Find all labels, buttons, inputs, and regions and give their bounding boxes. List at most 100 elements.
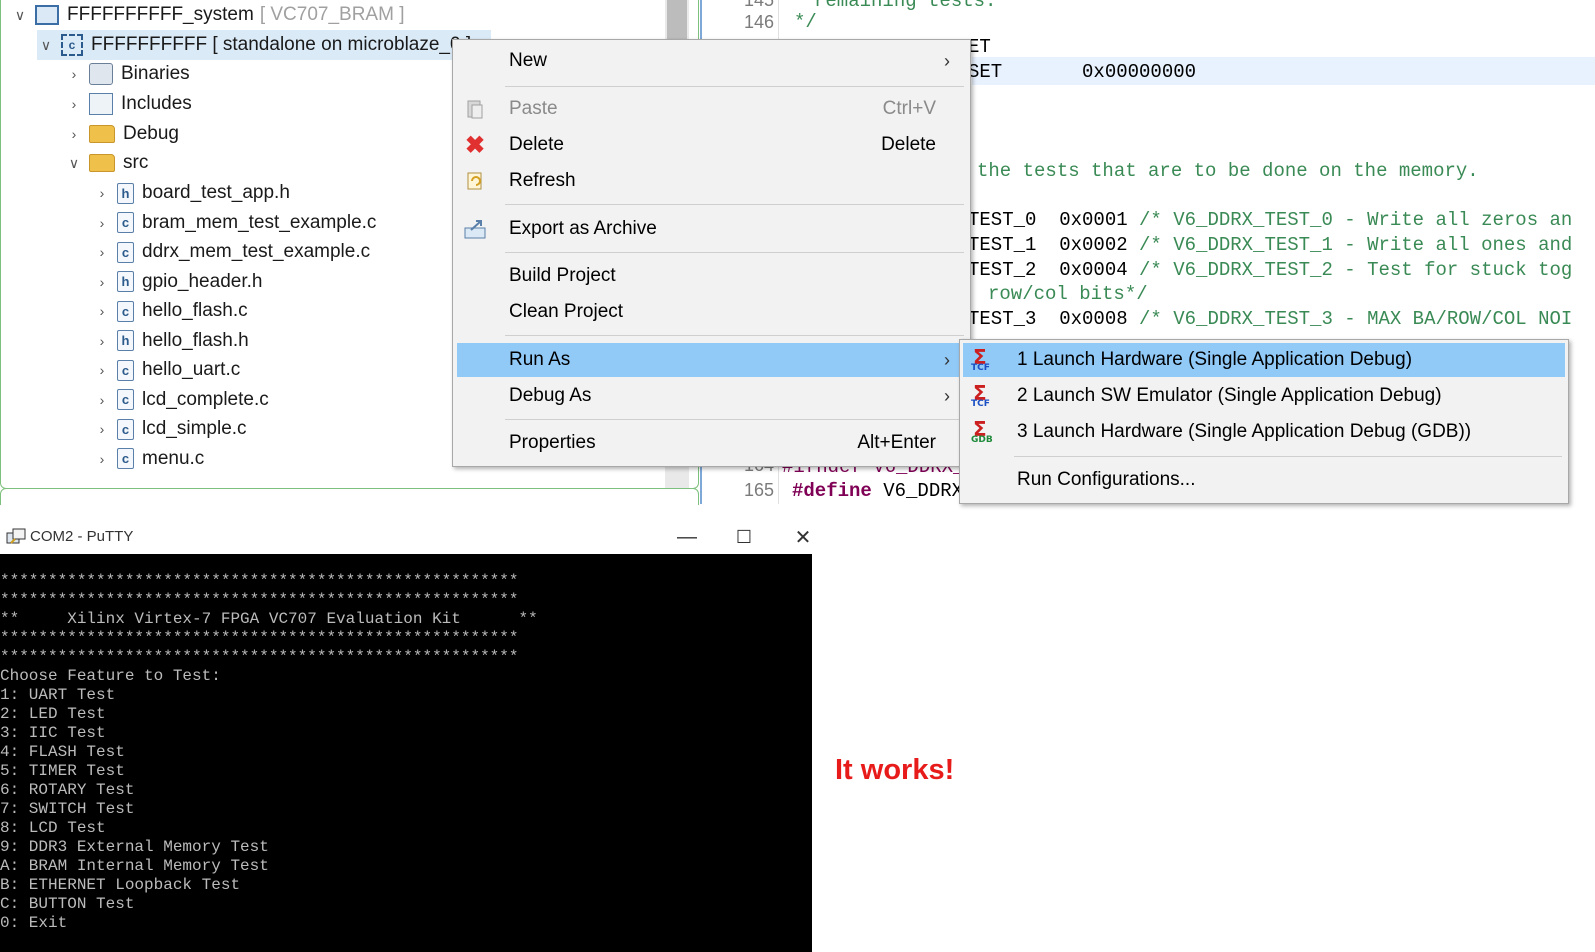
terminal-line: ****************************************…: [0, 591, 519, 609]
tree-item-file[interactable]: › c lcd_complete.c: [93, 385, 269, 415]
line-number: 165: [743, 480, 774, 500]
line-number: 146: [743, 12, 774, 32]
terminal-line: ****************************************…: [0, 629, 519, 647]
header-file-icon: h: [117, 271, 134, 292]
menu-separator: [505, 252, 964, 253]
minimize-button[interactable]: —: [662, 520, 712, 554]
chevron-right-icon[interactable]: ›: [65, 125, 83, 143]
result-annotation: It works!: [835, 754, 955, 786]
c-file-icon: c: [117, 241, 134, 263]
terminal-line: 8: LCD Test: [0, 819, 106, 837]
tree-item-binaries[interactable]: › Binaries: [65, 59, 190, 89]
tree-item-label: board_test_app.h: [142, 182, 290, 203]
tree-item-label: menu.c: [142, 447, 205, 469]
chevron-right-icon[interactable]: ›: [93, 332, 111, 350]
c-file-icon: c: [117, 359, 134, 381]
terminal-line: 7: SWITCH Test: [0, 800, 135, 818]
tree-item-debug[interactable]: › Debug: [65, 119, 179, 149]
terminal-line: 2: LED Test: [0, 705, 106, 723]
tree-item-file[interactable]: › h gpio_header.h: [93, 267, 262, 297]
menu-item-build-project[interactable]: Build Project: [457, 259, 966, 293]
tree-item-label: hello_flash.c: [142, 300, 248, 321]
chevron-right-icon: ›: [944, 50, 950, 71]
c-project-icon: c: [61, 34, 83, 56]
explorer-bottom-tabs: [0, 488, 699, 505]
menu-item-refresh[interactable]: Refresh: [457, 164, 966, 198]
xilinx-gdb-icon: Σ GDB: [971, 417, 993, 445]
includes-icon: [89, 93, 113, 115]
chevron-right-icon[interactable]: ›: [93, 273, 111, 291]
close-button[interactable]: ✕: [778, 520, 828, 554]
menu-item-new[interactable]: New ›: [457, 44, 966, 78]
tree-item-file[interactable]: › c hello_uart.c: [93, 355, 240, 385]
tree-item-label: hello_flash.h: [142, 329, 249, 351]
system-hw-label: [ VC707_BRAM ]: [259, 4, 405, 25]
menu-item-export-archive[interactable]: Export as Archive: [457, 212, 966, 246]
submenu-item-launch-sw-emulator[interactable]: Σ TCF 2 Launch SW Emulator (Single Applic…: [963, 379, 1565, 413]
maximize-button[interactable]: ☐: [719, 520, 769, 554]
tree-item-file[interactable]: › c lcd_simple.c: [93, 414, 247, 444]
system-project-label: FFFFFFFFFF_system: [67, 4, 254, 25]
chevron-right-icon[interactable]: ›: [93, 184, 111, 202]
putty-window-title: COM2 - PuTTY: [30, 528, 134, 545]
code-line: TEST_2 0x0004 /* V6_DDRX_TEST_2 - Test f…: [968, 259, 1573, 281]
terminal-line: 5: TIMER Test: [0, 762, 125, 780]
chevron-down-icon[interactable]: ∨: [65, 154, 83, 172]
menu-item-clean-project[interactable]: Clean Project: [457, 295, 966, 329]
menu-item-delete[interactable]: ✖ Delete Delete: [457, 128, 966, 162]
submenu-item-launch-hardware[interactable]: Σ TCF 1 Launch Hardware (Single Applicati…: [963, 343, 1565, 377]
chevron-right-icon[interactable]: ›: [93, 302, 111, 320]
chevron-right-icon: ›: [944, 349, 950, 370]
terminal-line: 1: UART Test: [0, 686, 116, 704]
putty-terminal[interactable]: ****************************************…: [0, 554, 812, 952]
code-line: TEST_1 0x0002 /* V6_DDRX_TEST_1 - Write …: [968, 234, 1573, 256]
submenu-item-run-configurations[interactable]: Run Configurations...: [963, 463, 1565, 497]
menu-separator: [505, 335, 964, 336]
run-as-submenu: Σ TCF 1 Launch Hardware (Single Applicati…: [959, 339, 1569, 504]
code-line: the tests that are to be done on the mem…: [977, 160, 1479, 182]
delete-icon: ✖: [464, 131, 486, 159]
submenu-item-launch-hardware-gdb[interactable]: Σ GDB 3 Launch Hardware (Single Applicati…: [963, 415, 1565, 449]
c-file-icon: c: [117, 300, 134, 322]
chevron-right-icon[interactable]: ›: [65, 95, 83, 113]
menu-item-run-as[interactable]: Run As ›: [457, 343, 966, 377]
chevron-down-icon[interactable]: ∨: [11, 6, 29, 24]
tree-item-app-project[interactable]: ∨ c FFFFFFFFFF [ standalone on microblaz…: [37, 30, 492, 60]
tree-item-label: ddrx_mem_test_example.c: [142, 241, 371, 262]
menu-item-paste[interactable]: Paste Ctrl+V: [457, 92, 966, 126]
chevron-right-icon[interactable]: ›: [93, 214, 111, 232]
tree-item-label: src: [123, 152, 149, 173]
chevron-right-icon[interactable]: ›: [65, 65, 83, 83]
tree-item-file[interactable]: › h hello_flash.h: [93, 326, 249, 356]
tree-item-file[interactable]: › h board_test_app.h: [93, 178, 290, 208]
menu-separator: [505, 419, 964, 420]
tree-item-system[interactable]: ∨ FFFFFFFFFF_system [ VC707_BRAM ]: [11, 0, 404, 30]
c-file-icon: c: [117, 418, 134, 440]
tree-item-src[interactable]: ∨ src: [65, 148, 148, 178]
terminal-line: 4: FLASH Test: [0, 743, 125, 761]
tree-item-includes[interactable]: › Includes: [65, 89, 192, 119]
menu-item-properties[interactable]: Properties Alt+Enter: [457, 426, 966, 460]
app-project-label: FFFFFFFFFF [ standalone on microblaze_0 …: [91, 34, 472, 55]
terminal-line: ****************************************…: [0, 648, 519, 666]
tree-item-file[interactable]: › c ddrx_mem_test_example.c: [93, 237, 370, 267]
tree-item-label: Binaries: [121, 63, 190, 84]
tree-item-file[interactable]: › c hello_flash.c: [93, 296, 248, 326]
chevron-right-icon[interactable]: ›: [93, 361, 111, 379]
xilinx-tcf-icon: Σ TCF: [971, 345, 990, 373]
binaries-icon: [89, 63, 113, 85]
tree-item-file[interactable]: › c menu.c: [93, 444, 204, 474]
chevron-right-icon[interactable]: ›: [93, 243, 111, 261]
terminal-line: ****************************************…: [0, 572, 519, 590]
folder-open-icon: [89, 154, 115, 172]
system-project-icon: [35, 5, 59, 25]
tree-item-label: Includes: [121, 93, 192, 114]
terminal-line: C: BUTTON Test: [0, 895, 135, 913]
code-line: TEST_3 0x0008 /* V6_DDRX_TEST_3 - MAX BA…: [968, 308, 1573, 330]
tree-item-file[interactable]: › c bram_mem_test_example.c: [93, 208, 376, 238]
menu-item-debug-as[interactable]: Debug As ›: [457, 379, 966, 413]
chevron-right-icon[interactable]: ›: [93, 391, 111, 409]
chevron-right-icon[interactable]: ›: [93, 450, 111, 468]
chevron-right-icon[interactable]: ›: [93, 420, 111, 438]
chevron-down-icon[interactable]: ∨: [37, 36, 55, 54]
